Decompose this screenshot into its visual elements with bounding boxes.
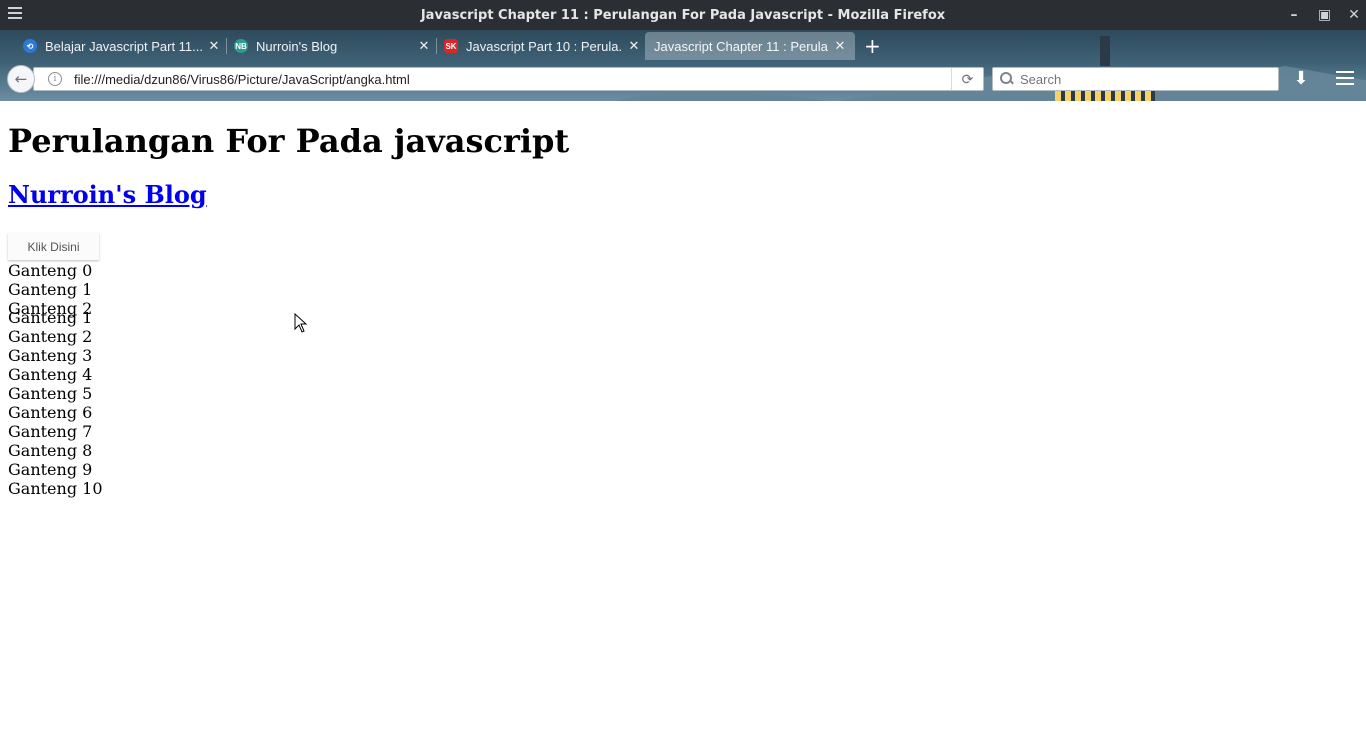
browser-chrome: ⟲ Belajar Javascript Part 11... ✕ NB Nur… bbox=[0, 30, 1366, 101]
tab-close-icon[interactable]: ✕ bbox=[628, 38, 640, 54]
tab-close-icon[interactable]: ✕ bbox=[834, 38, 846, 54]
tab-strip: ⟲ Belajar Javascript Part 11... ✕ NB Nur… bbox=[0, 30, 1366, 61]
page-content: Perulangan For Pada javascript Nurroin's… bbox=[0, 101, 1366, 747]
minimize-icon[interactable]: – bbox=[1288, 8, 1300, 22]
output-line: Ganteng 2 bbox=[8, 299, 93, 318]
tab-belajar-javascript[interactable]: ⟲ Belajar Javascript Part 11... ✕ bbox=[23, 32, 220, 60]
output-line: Ganteng 8 bbox=[8, 441, 93, 460]
tab-favicon-icon: NB bbox=[234, 39, 248, 53]
search-input[interactable] bbox=[1020, 71, 1278, 87]
blog-link[interactable]: Nurroin's Blog bbox=[8, 180, 207, 209]
tab-label: Javascript Part 10 : Perula... bbox=[466, 38, 622, 54]
back-arrow-icon: ← bbox=[14, 70, 28, 88]
tab-label: Javascript Chapter 11 : Perula... bbox=[654, 38, 828, 54]
blog-link-heading: Nurroin's Blog bbox=[8, 180, 207, 209]
navigation-toolbar: i file:///media/dzun86/Virus86/Picture/J… bbox=[0, 63, 1366, 97]
site-info-icon[interactable]: i bbox=[48, 72, 62, 86]
hamburger-menu-icon[interactable] bbox=[1336, 71, 1354, 87]
close-window-icon[interactable]: ✕ bbox=[1348, 8, 1360, 22]
download-icon[interactable]: ⬇ bbox=[1290, 68, 1312, 90]
new-tab-icon[interactable]: + bbox=[864, 36, 881, 56]
output-line: Ganteng 7 bbox=[8, 422, 93, 441]
tab-javascript-part-10[interactable]: SK Javascript Part 10 : Perula... ✕ bbox=[444, 32, 640, 60]
tab-separator bbox=[226, 38, 227, 54]
search-bar[interactable] bbox=[992, 67, 1279, 91]
tab-nurroins-blog[interactable]: NB Nurroin's Blog ✕ bbox=[234, 32, 430, 60]
window-controls: – ▣ ✕ bbox=[1288, 0, 1360, 30]
reload-icon[interactable]: ⟳ bbox=[951, 68, 983, 90]
mouse-pointer-icon bbox=[294, 313, 307, 333]
tab-label: Nurroin's Blog bbox=[256, 38, 338, 54]
tab-label: Belajar Javascript Part 11... bbox=[45, 38, 202, 54]
output-line: Ganteng 1 bbox=[8, 280, 93, 299]
window-title: Javascript Chapter 11 : Perulangan For P… bbox=[420, 7, 946, 23]
tab-separator bbox=[436, 38, 437, 54]
output-line: Ganteng 4 bbox=[8, 365, 93, 384]
output-line: Ganteng 10 bbox=[8, 479, 103, 498]
tab-favicon-icon: ⟲ bbox=[23, 39, 37, 53]
url-text[interactable]: file:///media/dzun86/Virus86/Picture/Jav… bbox=[74, 72, 951, 87]
output-line: Ganteng 5 bbox=[8, 384, 93, 403]
window-menu-icon[interactable] bbox=[8, 7, 22, 21]
output-line: Ganteng 3 bbox=[8, 346, 93, 365]
url-bar[interactable]: i file:///media/dzun86/Virus86/Picture/J… bbox=[33, 67, 984, 91]
klik-disini-button[interactable]: Klik Disini bbox=[8, 233, 99, 260]
output-line: Ganteng 2 bbox=[8, 327, 93, 346]
tab-close-icon[interactable]: ✕ bbox=[418, 38, 430, 54]
tab-javascript-chapter-11[interactable]: Javascript Chapter 11 : Perula... ✕ bbox=[645, 32, 855, 60]
tab-close-icon[interactable]: ✕ bbox=[208, 38, 220, 54]
back-button[interactable]: ← bbox=[7, 65, 35, 93]
tab-favicon-icon: SK bbox=[444, 39, 458, 53]
output-line: Ganteng 6 bbox=[8, 403, 93, 422]
search-icon bbox=[1000, 72, 1014, 86]
page-heading: Perulangan For Pada javascript bbox=[8, 122, 570, 160]
window-titlebar: Javascript Chapter 11 : Perulangan For P… bbox=[0, 0, 1366, 30]
output-line: Ganteng 9 bbox=[8, 460, 93, 479]
maximize-icon[interactable]: ▣ bbox=[1318, 8, 1331, 22]
output-line: Ganteng 0 bbox=[8, 261, 93, 280]
